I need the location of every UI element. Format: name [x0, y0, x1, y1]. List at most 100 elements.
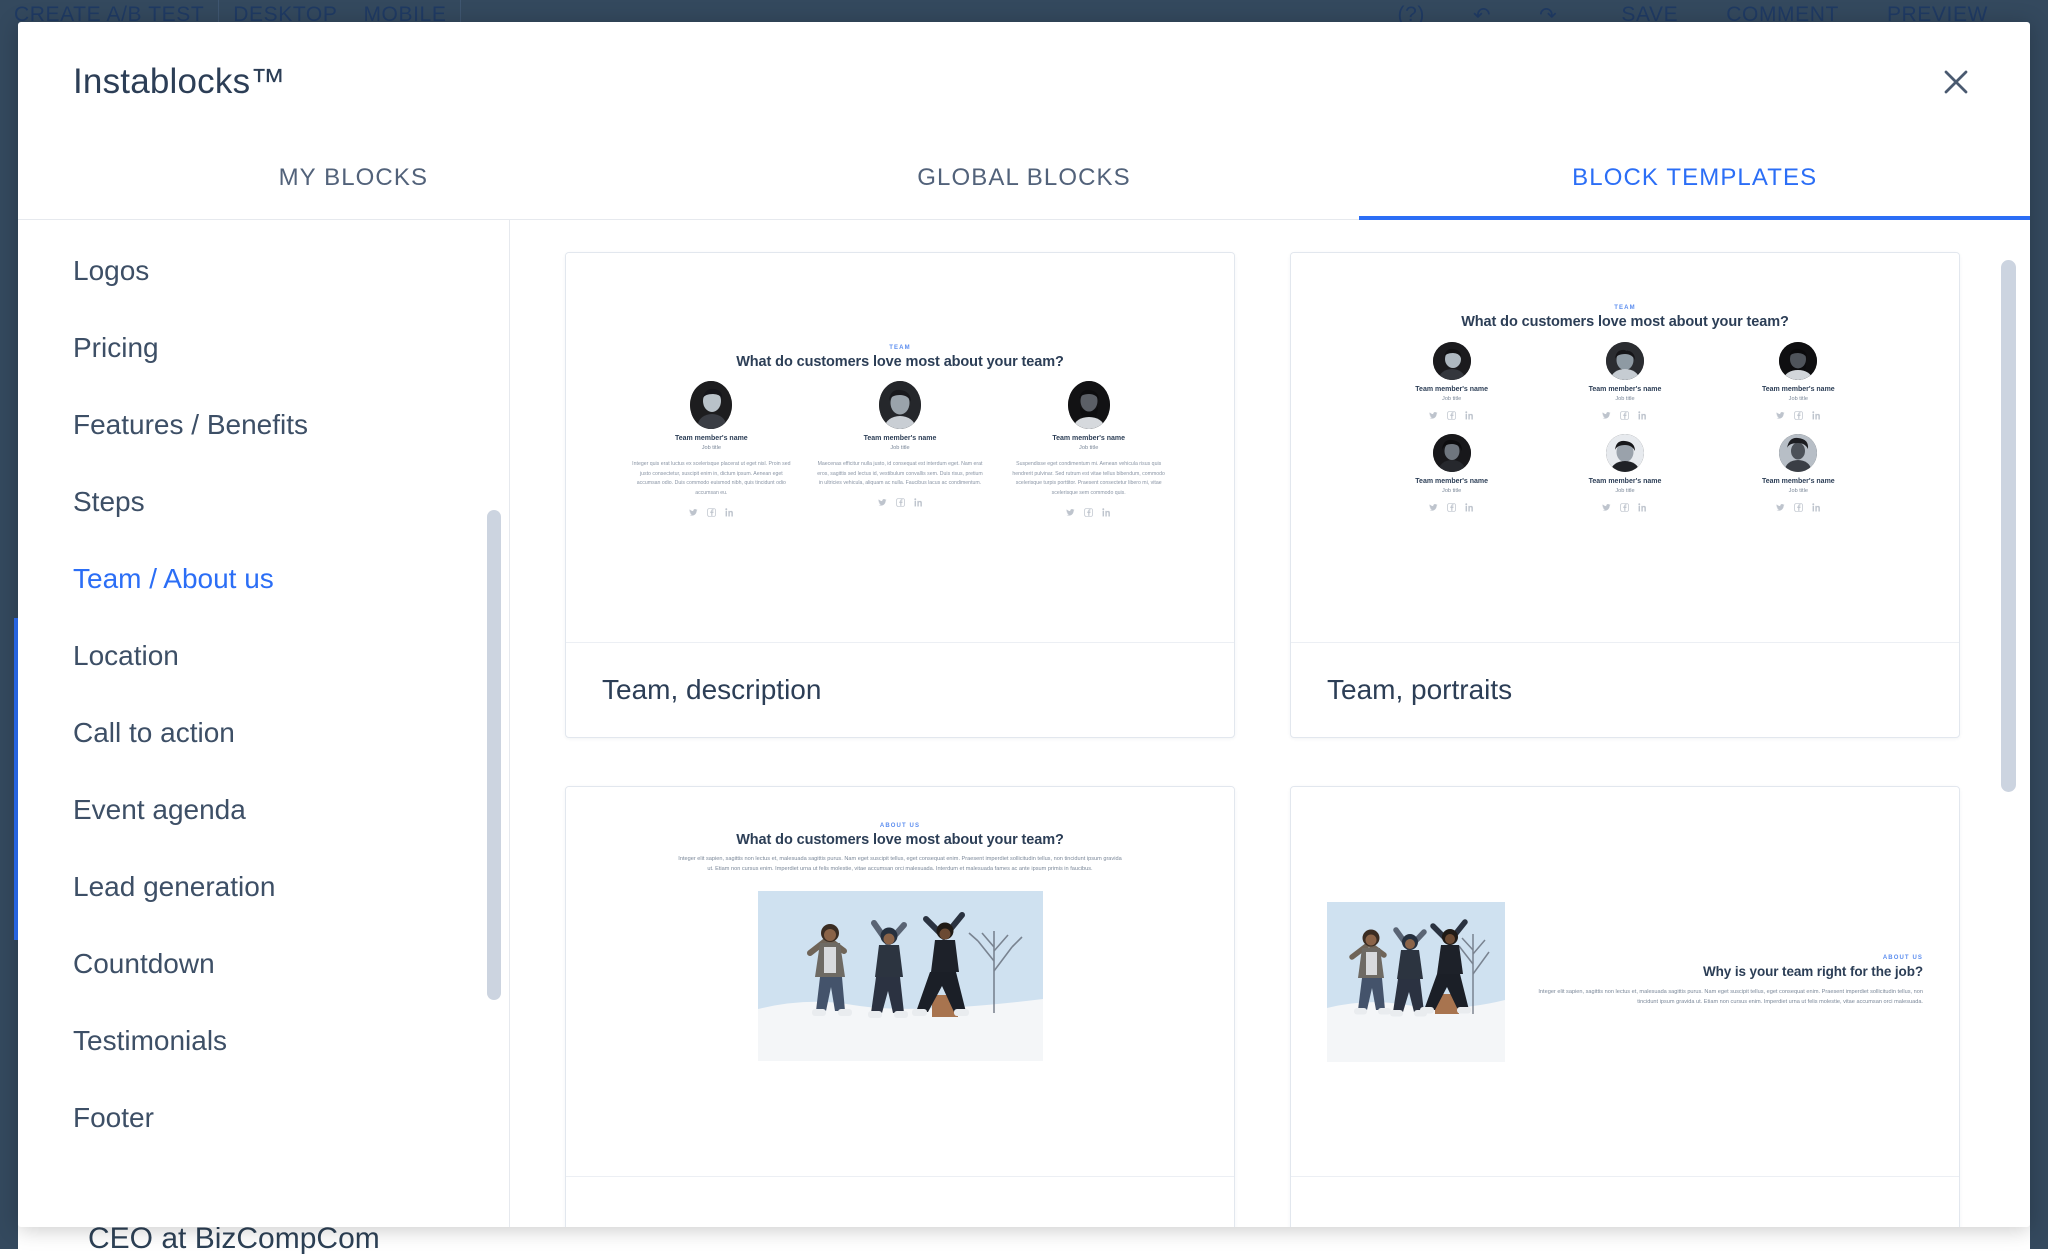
portrait-illustration — [879, 381, 921, 429]
portrait-illustration — [1779, 434, 1817, 472]
facebook-icon — [1620, 503, 1629, 512]
portrait-illustration — [1433, 434, 1471, 472]
portrait-illustration — [1606, 342, 1644, 380]
sidebar-item-footer[interactable]: Footer — [18, 1079, 509, 1156]
app-right-rail — [2030, 30, 2048, 1249]
portrait-illustration — [1606, 434, 1644, 472]
mini-heading: What do customers love most about your t… — [592, 832, 1208, 848]
background-ceo-text: CEO at BizCompCom — [88, 1222, 380, 1256]
social-links — [1365, 411, 1538, 420]
member-title: Job title — [1005, 445, 1172, 451]
member-name: Team member's name — [1538, 478, 1711, 485]
sidebar-item-features-benefits[interactable]: Features / Benefits — [18, 386, 509, 463]
facebook-icon — [707, 508, 716, 517]
twitter-icon — [1602, 411, 1611, 420]
template-card-team-portraits[interactable]: TEAM What do customers love most about y… — [1290, 252, 1960, 738]
mini-member: Team member's name Job title — [1365, 342, 1538, 420]
member-title: Job title — [817, 445, 984, 451]
twitter-icon — [1776, 411, 1785, 420]
linkedin-icon — [1638, 503, 1647, 512]
sidebar-item-team-about-us[interactable]: Team / About us — [18, 540, 509, 617]
mini-layout-about-photo: ABOUT US What do customers love most abo… — [566, 787, 1234, 1176]
template-card-about-photo[interactable]: ABOUT US What do customers love most abo… — [565, 786, 1235, 1227]
member-title: Job title — [1712, 488, 1885, 494]
twitter-icon — [1066, 508, 1075, 517]
sidebar-item-logos[interactable]: Logos — [18, 232, 509, 309]
template-card-label — [1291, 1177, 1959, 1227]
mini-layout-team-description: TEAM What do customers love most about y… — [566, 253, 1234, 642]
member-name: Team member's name — [1365, 386, 1538, 393]
mini-member: Team member's name Job title Maecenas ef… — [817, 381, 984, 517]
mini-eyebrow: ABOUT US — [1529, 955, 1923, 961]
template-card-label: Team, description — [566, 643, 1234, 737]
social-links — [1538, 411, 1711, 420]
sidebar-item-countdown[interactable]: Countdown — [18, 925, 509, 1002]
mini-text-column: ABOUT US Why is your team right for the … — [1529, 955, 1923, 1007]
sidebar-item-event-agenda[interactable]: Event agenda — [18, 771, 509, 848]
linkedin-icon — [725, 508, 734, 517]
template-preview: TEAM What do customers love most about y… — [1291, 253, 1959, 643]
portrait-illustration — [1068, 381, 1110, 429]
member-body: Suspendisse eget condimentum mi. Aenean … — [1005, 460, 1172, 499]
tab-global-blocks[interactable]: GLOBAL BLOCKS — [689, 142, 1360, 219]
mini-heading: What do customers love most about your t… — [1317, 314, 1933, 330]
social-links — [1005, 508, 1172, 517]
social-links — [1365, 503, 1538, 512]
modal-title: Instablocks™ — [73, 62, 286, 102]
mini-heading: Why is your team right for the job? — [1529, 964, 1923, 981]
member-title: Job title — [1712, 396, 1885, 402]
member-title: Job title — [1538, 488, 1711, 494]
sidebar-item-lead-generation[interactable]: Lead generation — [18, 848, 509, 925]
avatar — [1068, 381, 1110, 429]
sidebar-item-pricing[interactable]: Pricing — [18, 309, 509, 386]
modal-header: Instablocks™ — [18, 22, 2030, 142]
member-title: Job title — [1538, 396, 1711, 402]
tab-my-blocks[interactable]: MY BLOCKS — [18, 142, 689, 219]
template-card-label — [566, 1177, 1234, 1227]
mini-member: Team member's name Job title — [1712, 434, 1885, 512]
twitter-icon — [1429, 411, 1438, 420]
facebook-icon — [1794, 503, 1803, 512]
member-title: Job title — [1365, 488, 1538, 494]
mini-member: Team member's name Job title Integer qui… — [628, 381, 795, 517]
member-title: Job title — [628, 445, 795, 451]
sidebar-scrollbar-thumb[interactable] — [487, 510, 501, 1000]
linkedin-icon — [1812, 411, 1821, 420]
sidebar-item-call-to-action[interactable]: Call to action — [18, 694, 509, 771]
social-links — [1712, 411, 1885, 420]
mini-member: Team member's name Job title — [1712, 342, 1885, 420]
linkedin-icon — [1812, 503, 1821, 512]
sidebar-item-steps[interactable]: Steps — [18, 463, 509, 540]
sidebar-item-location[interactable]: Location — [18, 617, 509, 694]
avatar — [690, 381, 732, 429]
facebook-icon — [1084, 508, 1093, 517]
social-links — [1712, 503, 1885, 512]
mini-eyebrow: TEAM — [592, 345, 1208, 351]
jumping-people-illustration — [758, 891, 1043, 1061]
modal-body: Logos Pricing Features / Benefits Steps … — [18, 220, 2030, 1227]
mini-layout-about-split: ABOUT US Why is your team right for the … — [1291, 787, 1959, 1176]
mini-member: Team member's name Job title — [1538, 434, 1711, 512]
template-grid-scrollbar-thumb[interactable] — [2001, 260, 2016, 792]
linkedin-icon — [1102, 508, 1111, 517]
mini-member-columns: Team member's name Job title Integer qui… — [592, 381, 1208, 517]
close-icon[interactable] — [1934, 60, 1978, 104]
twitter-icon — [689, 508, 698, 517]
mini-member: Team member's name Job title — [1538, 342, 1711, 420]
mini-body: Integer elit sapien, sagittis non lectus… — [678, 855, 1122, 875]
mini-heading: What do customers love most about your t… — [592, 354, 1208, 370]
tab-block-templates[interactable]: BLOCK TEMPLATES — [1359, 142, 2030, 219]
sidebar-item-testimonials[interactable]: Testimonials — [18, 1002, 509, 1079]
portrait-illustration — [1433, 342, 1471, 380]
template-card-team-description[interactable]: TEAM What do customers love most about y… — [565, 252, 1235, 738]
template-preview: ABOUT US What do customers love most abo… — [566, 787, 1234, 1177]
template-card-about-split[interactable]: ABOUT US Why is your team right for the … — [1290, 786, 1960, 1227]
photo-illustration — [1327, 902, 1505, 1062]
mini-member: Team member's name Job title Suspendisse… — [1005, 381, 1172, 517]
member-name: Team member's name — [1005, 435, 1172, 442]
member-title: Job title — [1365, 396, 1538, 402]
avatar — [1433, 434, 1471, 472]
linkedin-icon — [1638, 411, 1647, 420]
mini-eyebrow: ABOUT US — [592, 823, 1208, 829]
twitter-icon — [1776, 503, 1785, 512]
